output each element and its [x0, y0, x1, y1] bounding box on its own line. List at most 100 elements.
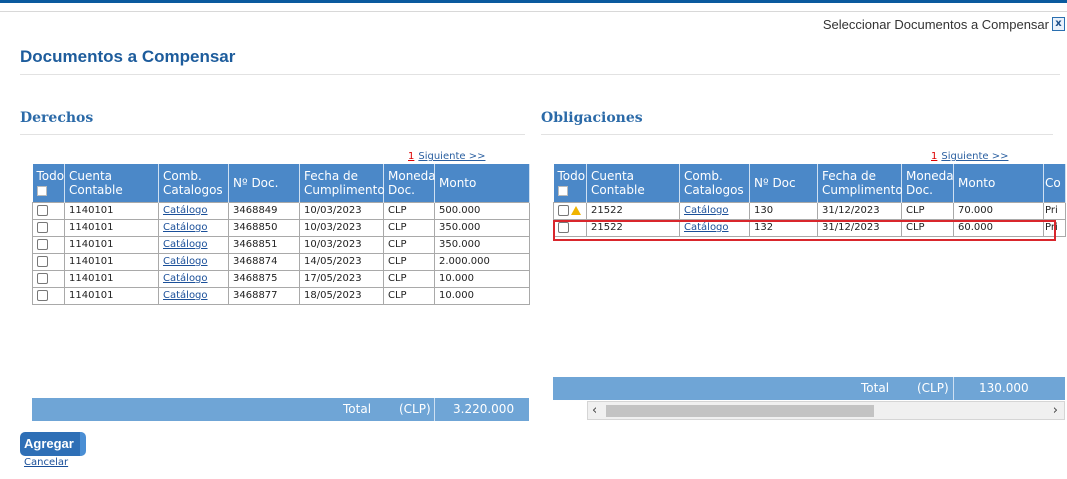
- catalogo-link[interactable]: Catálogo: [163, 290, 208, 301]
- obligaciones-total-bar: Total (CLP) 130.000: [553, 377, 1065, 400]
- cell-cuenta: 1140101: [64, 269, 159, 288]
- total-label: Total: [861, 381, 890, 395]
- cell-monto: 10.000: [434, 269, 530, 288]
- cell-moneda: CLP: [901, 201, 954, 220]
- catalogo-link[interactable]: Catálogo: [163, 205, 208, 216]
- row-checkbox[interactable]: [37, 204, 48, 216]
- cell-fecha: 14/05/2023: [299, 252, 384, 271]
- cell-cuenta: 1140101: [64, 201, 159, 220]
- cell-extra: Pri: [1043, 201, 1066, 220]
- col-moneda-doc: Moneda Doc.: [901, 164, 954, 202]
- col-fecha-cumplimento: Fecha de Cumplimento: [299, 164, 385, 202]
- col-monto: Monto: [953, 164, 1044, 202]
- col-truncated: Co: [1043, 164, 1066, 202]
- total-value: 130.000: [979, 381, 1029, 395]
- select-all-checkbox[interactable]: [36, 186, 47, 197]
- cell-monto: 10.000: [434, 286, 530, 305]
- cell-fecha: 10/03/2023: [299, 218, 384, 237]
- cell-ndoc: 3468850: [228, 218, 300, 237]
- cell-monto: 70.000: [953, 201, 1044, 220]
- catalogo-link[interactable]: Catálogo: [163, 256, 208, 267]
- cell-fecha: 10/03/2023: [299, 235, 384, 254]
- cell-monto: 500.000: [434, 201, 530, 220]
- select-all-checkbox[interactable]: [557, 186, 568, 197]
- obligaciones-pager: 1 Siguiente >>: [931, 151, 1008, 162]
- derechos-header-row: Todo Cuenta Contable Comb. Catalogos Nº …: [32, 164, 530, 202]
- obligaciones-page-number[interactable]: 1: [931, 151, 937, 162]
- col-comb-catalogos: Comb. Catalogos: [158, 164, 229, 202]
- catalogo-link[interactable]: Catálogo: [163, 222, 208, 233]
- cell-fecha: 18/05/2023: [299, 286, 384, 305]
- row-checkbox[interactable]: [37, 238, 48, 250]
- cell-cuenta: 1140101: [64, 286, 159, 305]
- scroll-thumb[interactable]: [606, 405, 874, 417]
- cell-cuenta: 1140101: [64, 252, 159, 271]
- row-checkbox[interactable]: [37, 289, 48, 301]
- col-todo: Todo: [553, 164, 587, 202]
- window-title: Seleccionar Documentos a Compensar: [822, 17, 1049, 32]
- cell-moneda: CLP: [383, 235, 435, 254]
- scroll-left-icon[interactable]: ‹: [592, 403, 597, 418]
- table-row: 1140101 Catálogo 3468850 10/03/2023 CLP …: [32, 218, 530, 237]
- page-title: Documentos a Compensar: [20, 47, 236, 66]
- row-checkbox[interactable]: [37, 272, 48, 284]
- obligaciones-header-row: Todo Cuenta Contable Comb. Catalogos Nº …: [553, 164, 1066, 202]
- selected-row-highlight: [553, 220, 1056, 241]
- table-row: 1140101 Catálogo 3468875 17/05/2023 CLP …: [32, 269, 530, 288]
- close-icon[interactable]: x: [1052, 17, 1065, 31]
- warning-icon: [571, 205, 581, 215]
- table-row: 1140101 Catálogo 3468849 10/03/2023 CLP …: [32, 201, 530, 220]
- cell-cuenta: 21522: [586, 201, 680, 220]
- col-comb-catalogos: Comb. Catalogos: [679, 164, 750, 202]
- derechos-page-number[interactable]: 1: [408, 151, 414, 162]
- cell-moneda: CLP: [383, 252, 435, 271]
- total-currency: (CLP): [917, 381, 949, 395]
- cell-fecha: 31/12/2023: [817, 201, 902, 220]
- catalogo-link[interactable]: Catálogo: [163, 239, 208, 250]
- row-checkbox[interactable]: [37, 221, 48, 233]
- cell-ndoc: 3468851: [228, 235, 300, 254]
- row-checkbox[interactable]: [558, 204, 569, 216]
- catalogo-link[interactable]: Catálogo: [684, 205, 729, 216]
- cell-moneda: CLP: [383, 218, 435, 237]
- obligaciones-divider: [541, 134, 1053, 135]
- total-label: Total: [343, 402, 372, 416]
- derechos-divider: [20, 134, 525, 135]
- cell-ndoc: 3468874: [228, 252, 300, 271]
- scroll-right-icon[interactable]: ›: [1053, 403, 1058, 418]
- total-separator: [434, 398, 435, 421]
- cell-ndoc: 3468877: [228, 286, 300, 305]
- cell-cuenta: 1140101: [64, 235, 159, 254]
- derechos-total-bar: Total (CLP) 3.220.000: [32, 398, 529, 421]
- cell-cuenta: 1140101: [64, 218, 159, 237]
- cell-monto: 2.000.000: [434, 252, 530, 271]
- total-currency: (CLP): [399, 402, 431, 416]
- cancelar-link[interactable]: Cancelar: [24, 457, 68, 468]
- table-row: 1140101 Catálogo 3468877 18/05/2023 CLP …: [32, 286, 530, 305]
- obligaciones-title: Obligaciones: [541, 110, 643, 126]
- catalogo-link[interactable]: Catálogo: [163, 273, 208, 284]
- obligaciones-next-link[interactable]: Siguiente >>: [941, 151, 1008, 162]
- cell-ndoc: 130: [749, 201, 818, 220]
- row-checkbox[interactable]: [37, 255, 48, 267]
- total-separator: [953, 377, 954, 400]
- derechos-next-link[interactable]: Siguiente >>: [418, 151, 485, 162]
- cell-moneda: CLP: [383, 269, 435, 288]
- col-moneda-doc: Moneda Doc.: [383, 164, 436, 202]
- col-monto: Monto: [434, 164, 530, 202]
- agregar-button[interactable]: Agregar: [20, 432, 86, 456]
- cell-moneda: CLP: [383, 201, 435, 220]
- cell-ndoc: 3468875: [228, 269, 300, 288]
- table-row: 21522 Catálogo 130 31/12/2023 CLP 70.000…: [553, 201, 1066, 220]
- titlebar-divider: [0, 11, 1067, 12]
- col-fecha-cumplimento: Fecha de Cumplimento: [817, 164, 903, 202]
- table-row: 1140101 Catálogo 3468851 10/03/2023 CLP …: [32, 235, 530, 254]
- total-value: 3.220.000: [453, 402, 515, 416]
- cell-monto: 350.000: [434, 218, 530, 237]
- col-num-doc: Nº Doc: [749, 164, 818, 202]
- col-cuenta-contable: Cuenta Contable: [586, 164, 680, 202]
- table-row: 1140101 Catálogo 3468874 14/05/2023 CLP …: [32, 252, 530, 271]
- horizontal-scrollbar[interactable]: ‹ ›: [587, 401, 1065, 420]
- cell-fecha: 10/03/2023: [299, 201, 384, 220]
- cell-moneda: CLP: [383, 286, 435, 305]
